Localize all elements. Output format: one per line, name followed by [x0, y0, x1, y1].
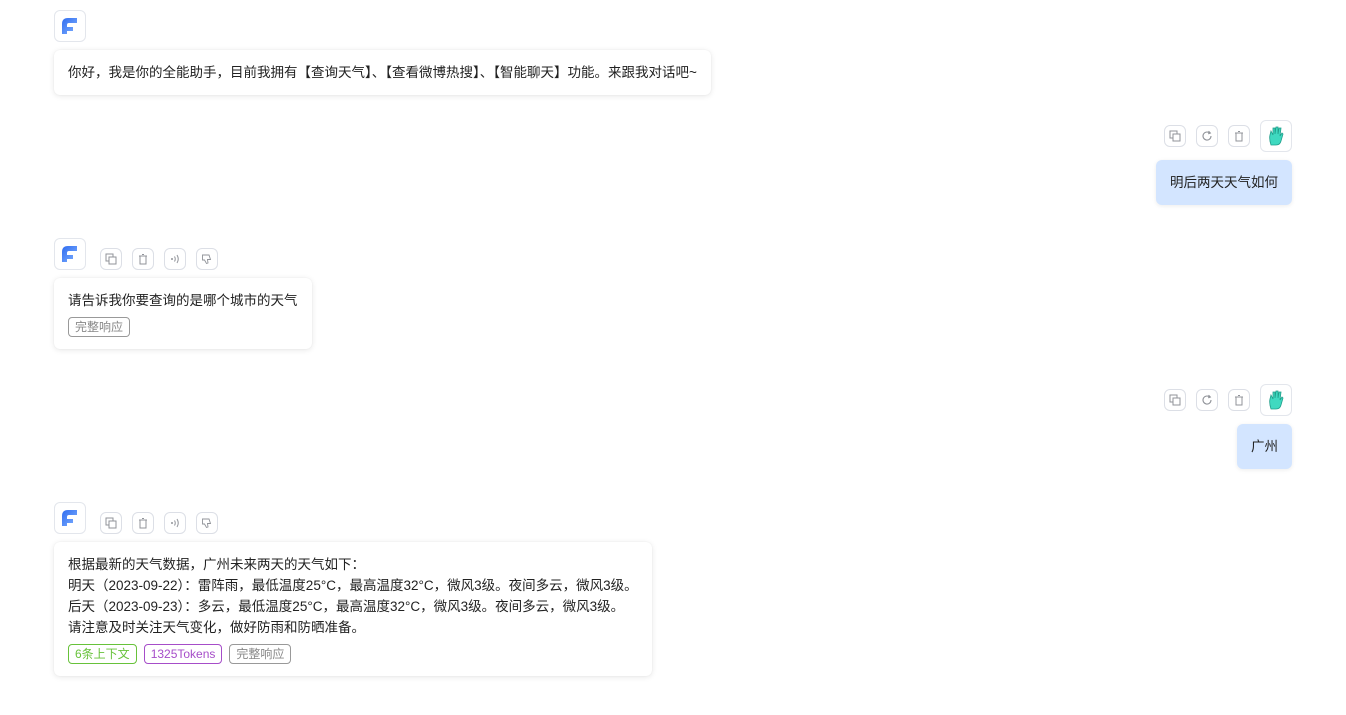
bot-avatar: [54, 10, 86, 42]
copy-button[interactable]: [100, 512, 122, 534]
dislike-button[interactable]: [196, 248, 218, 270]
message-header: [54, 10, 711, 42]
refresh-icon: [1202, 394, 1212, 405]
bot-avatar: [54, 502, 86, 534]
user-message-bubble: 广州: [1237, 424, 1292, 469]
ai-message: 根据最新的天气数据，广州未来两天的天气如下： 明天（2023-09-22）：雷阵…: [54, 502, 652, 676]
user-avatar: [1260, 120, 1292, 152]
bot-avatar: [54, 238, 86, 270]
message-header: [54, 238, 312, 270]
user-avatar: [1260, 384, 1292, 416]
tag-complete-response: 完整响应: [68, 317, 131, 337]
message-text-line: 后天（2023-09-23）：多云，最低温度25°C，最高温度32°C，微风3级…: [68, 599, 625, 614]
trash-icon: [139, 518, 147, 529]
message-text: 广州: [1251, 439, 1278, 454]
copy-button[interactable]: [100, 248, 122, 270]
speaker-icon: [171, 518, 179, 528]
thumbs-down-icon: [202, 254, 212, 265]
refresh-icon: [1202, 130, 1212, 141]
message-text: 请告诉我你要查询的是哪个城市的天气: [68, 293, 298, 308]
tag-context-count: 6条上下文: [68, 644, 137, 664]
trash-icon: [139, 254, 147, 265]
delete-button[interactable]: [1228, 389, 1250, 411]
user-message-actions: [1164, 389, 1250, 411]
bot-logo-icon: [62, 246, 77, 262]
chat-window: 你好，我是你的全能助手，目前我拥有【查询天气】、【查看微博热搜】、【智能聊天】功…: [0, 0, 1346, 715]
tag-complete-response: 完整响应: [229, 644, 292, 664]
bot-logo-icon: [62, 18, 77, 34]
copy-icon: [105, 253, 117, 265]
message-text-line: 根据最新的天气数据，广州未来两天的天气如下：: [68, 557, 365, 572]
message-text: 明后两天天气如何: [1170, 175, 1278, 190]
bot-logo-icon: [62, 510, 77, 526]
copy-button[interactable]: [1164, 389, 1186, 411]
copy-icon: [105, 517, 117, 529]
delete-button[interactable]: [132, 248, 154, 270]
ai-message-actions: [100, 248, 218, 270]
speaker-icon: [171, 254, 179, 264]
dislike-button[interactable]: [196, 512, 218, 534]
speak-button[interactable]: [164, 248, 186, 270]
message-text-line: 明天（2023-09-22）：雷阵雨，最低温度25°C，最高温度32°C，微风3…: [68, 578, 638, 593]
ai-message-bubble: 请告诉我你要查询的是哪个城市的天气 完整响应: [54, 278, 312, 349]
message-tags: 6条上下文 1325Tokens 完整响应: [68, 644, 638, 664]
message-header: [1164, 384, 1292, 416]
green-hand-icon: [1269, 126, 1284, 146]
ai-message-bubble: 你好，我是你的全能助手，目前我拥有【查询天气】、【查看微博热搜】、【智能聊天】功…: [54, 50, 711, 95]
ai-message-actions: [100, 512, 218, 534]
delete-button[interactable]: [132, 512, 154, 534]
copy-button[interactable]: [1164, 125, 1186, 147]
trash-icon: [1235, 131, 1243, 142]
delete-button[interactable]: [1228, 125, 1250, 147]
regenerate-button[interactable]: [1196, 389, 1218, 411]
message-tags: 完整响应: [68, 317, 298, 337]
message-text-line: 请注意及时关注天气变化，做好防雨和防晒准备。: [68, 620, 365, 635]
speak-button[interactable]: [164, 512, 186, 534]
tag-token-count: 1325Tokens: [143, 644, 223, 664]
user-message-actions: [1164, 125, 1250, 147]
regenerate-button[interactable]: [1196, 125, 1218, 147]
user-message-bubble: 明后两天天气如何: [1156, 160, 1292, 205]
ai-message: 你好，我是你的全能助手，目前我拥有【查询天气】、【查看微博热搜】、【智能聊天】功…: [54, 10, 711, 95]
message-header: [54, 502, 652, 534]
message-header: [1164, 120, 1292, 152]
ai-message-bubble: 根据最新的天气数据，广州未来两天的天气如下： 明天（2023-09-22）：雷阵…: [54, 542, 652, 676]
ai-message: 请告诉我你要查询的是哪个城市的天气 完整响应: [54, 238, 312, 349]
trash-icon: [1235, 395, 1243, 406]
thumbs-down-icon: [202, 518, 212, 529]
user-message: 广州: [1164, 384, 1292, 469]
copy-icon: [1169, 394, 1181, 406]
copy-icon: [1169, 130, 1181, 142]
message-text: 你好，我是你的全能助手，目前我拥有【查询天气】、【查看微博热搜】、【智能聊天】功…: [68, 65, 697, 80]
user-message: 明后两天天气如何: [1156, 120, 1292, 205]
green-hand-icon: [1269, 390, 1284, 410]
